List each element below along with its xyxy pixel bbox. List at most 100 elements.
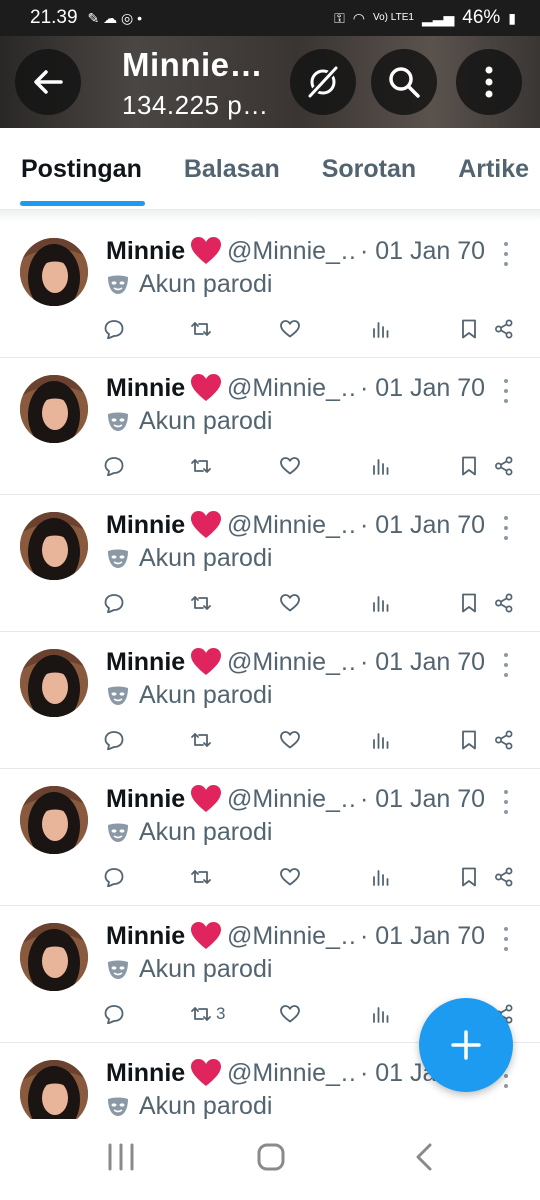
avatar[interactable]: [20, 238, 88, 306]
post-item[interactable]: Minnie @Minnie_… · 01 Jan 70 Akun parodi: [0, 495, 540, 632]
display-name[interactable]: Minnie: [106, 1059, 185, 1088]
avatar[interactable]: [20, 512, 88, 580]
post-more-button[interactable]: [498, 378, 514, 404]
views-button[interactable]: [372, 318, 390, 340]
retweet-button[interactable]: [190, 592, 216, 614]
reply-button[interactable]: [104, 1003, 124, 1025]
share-button[interactable]: [494, 455, 514, 477]
share-button[interactable]: [494, 729, 514, 751]
user-handle[interactable]: @Minnie_…: [227, 511, 355, 540]
bookmark-button[interactable]: [461, 866, 477, 888]
tab-label: Sorotan: [321, 154, 417, 183]
post-item[interactable]: Minnie @Minnie_… · 01 Jan 70 Akun parodi: [0, 221, 540, 358]
avatar[interactable]: [20, 923, 88, 991]
like-button[interactable]: [280, 592, 300, 614]
post-date[interactable]: · 01 Jan 70: [360, 374, 485, 403]
avatar[interactable]: [20, 375, 88, 443]
tab-artikel[interactable]: Artike: [437, 128, 540, 209]
post-more-button[interactable]: [498, 241, 514, 267]
retweet-button[interactable]: [190, 866, 216, 888]
post-date[interactable]: · 01 Jan 70: [360, 785, 485, 814]
post-date[interactable]: · 01 Jan 70: [360, 922, 485, 951]
avatar[interactable]: [20, 1060, 88, 1119]
user-handle[interactable]: @Minnie_…: [227, 922, 355, 951]
user-handle[interactable]: @Minnie_…: [227, 648, 355, 677]
like-button[interactable]: [280, 1003, 300, 1025]
bookmark-button[interactable]: [461, 592, 477, 614]
like-button[interactable]: [280, 866, 300, 888]
bookmark-button[interactable]: [461, 729, 477, 751]
user-handle[interactable]: @Minnie_…: [227, 785, 355, 814]
retweet-button[interactable]: [190, 455, 216, 477]
back-nav-button[interactable]: [412, 1143, 436, 1176]
home-icon: [257, 1143, 285, 1171]
user-handle[interactable]: @Minnie_…: [227, 1059, 355, 1088]
retweet-button[interactable]: 3: [190, 1003, 225, 1025]
views-icon: [373, 870, 389, 886]
post-item[interactable]: Minnie @Minnie_… · 01 Jan 70 Akun parodi: [0, 769, 540, 906]
display-name[interactable]: Minnie: [106, 237, 185, 266]
home-button[interactable]: [256, 1143, 286, 1176]
more-options-button[interactable]: [456, 49, 522, 115]
post-date[interactable]: · 01 Jan 70: [360, 511, 485, 540]
reply-button[interactable]: [104, 318, 124, 340]
post-feed[interactable]: Minnie @Minnie_… · 01 Jan 70 Akun parodi: [0, 221, 540, 1119]
like-button[interactable]: [280, 318, 300, 340]
post-more-button[interactable]: [498, 926, 514, 952]
retweet-button[interactable]: [190, 729, 216, 751]
reply-button[interactable]: [104, 455, 124, 477]
retweet-button[interactable]: [190, 318, 216, 340]
share-button[interactable]: [494, 866, 514, 888]
post-item[interactable]: Minnie @Minnie_… · 01 Jan 70 Akun parodi: [0, 358, 540, 495]
views-button[interactable]: [372, 592, 390, 614]
share-button[interactable]: [494, 318, 514, 340]
views-button[interactable]: [372, 729, 390, 751]
reply-icon: [104, 594, 124, 613]
display-name[interactable]: Minnie: [106, 785, 185, 814]
reply-button[interactable]: [104, 729, 124, 751]
grok-button[interactable]: [290, 49, 356, 115]
reply-button[interactable]: [104, 592, 124, 614]
like-button[interactable]: [280, 455, 300, 477]
post-item[interactable]: Minnie @Minnie_… · 01 Jan 70 Akun parodi: [0, 632, 540, 769]
user-handle[interactable]: @Minnie_…: [227, 237, 355, 266]
display-name[interactable]: Minnie: [106, 922, 185, 951]
bookmark-icon: [462, 867, 476, 887]
display-name[interactable]: Minnie: [106, 511, 185, 540]
tab-sorotan[interactable]: Sorotan: [301, 128, 437, 209]
parody-label: Akun parodi: [139, 681, 273, 709]
recent-apps-button[interactable]: [106, 1143, 136, 1176]
user-handle[interactable]: @Minnie_…: [227, 374, 355, 403]
compose-button[interactable]: [419, 998, 513, 1092]
post-date[interactable]: · 01 Jan 70: [360, 237, 485, 266]
bookmark-button[interactable]: [461, 455, 477, 477]
search-button[interactable]: [371, 49, 437, 115]
share-icon: [495, 867, 513, 887]
views-button[interactable]: [372, 866, 390, 888]
back-button[interactable]: [15, 49, 81, 115]
post-more-button[interactable]: [498, 515, 514, 541]
recent-apps-icon: [108, 1143, 134, 1171]
bookmark-icon: [462, 319, 476, 339]
reply-button[interactable]: [104, 866, 124, 888]
avatar[interactable]: [20, 786, 88, 854]
display-name[interactable]: Minnie: [106, 648, 185, 677]
bookmark-button[interactable]: [461, 318, 477, 340]
back-arrow-icon: [34, 70, 63, 94]
tab-postingan[interactable]: Postingan: [0, 128, 163, 209]
reply-icon: [104, 320, 124, 339]
post-more-button[interactable]: [498, 789, 514, 815]
post-more-button[interactable]: [498, 652, 514, 678]
display-name[interactable]: Minnie: [106, 374, 185, 403]
share-button[interactable]: [494, 592, 514, 614]
post-date[interactable]: · 01 Jan 70: [360, 648, 485, 677]
like-button[interactable]: [280, 729, 300, 751]
tab-label: Postingan: [21, 154, 142, 183]
avatar[interactable]: [20, 649, 88, 717]
views-button[interactable]: [372, 455, 390, 477]
reply-icon: [104, 1005, 124, 1024]
like-icon: [280, 457, 300, 475]
tab-balasan[interactable]: Balasan: [163, 128, 301, 209]
views-button[interactable]: [372, 1003, 390, 1025]
parody-label: Akun parodi: [139, 407, 273, 435]
